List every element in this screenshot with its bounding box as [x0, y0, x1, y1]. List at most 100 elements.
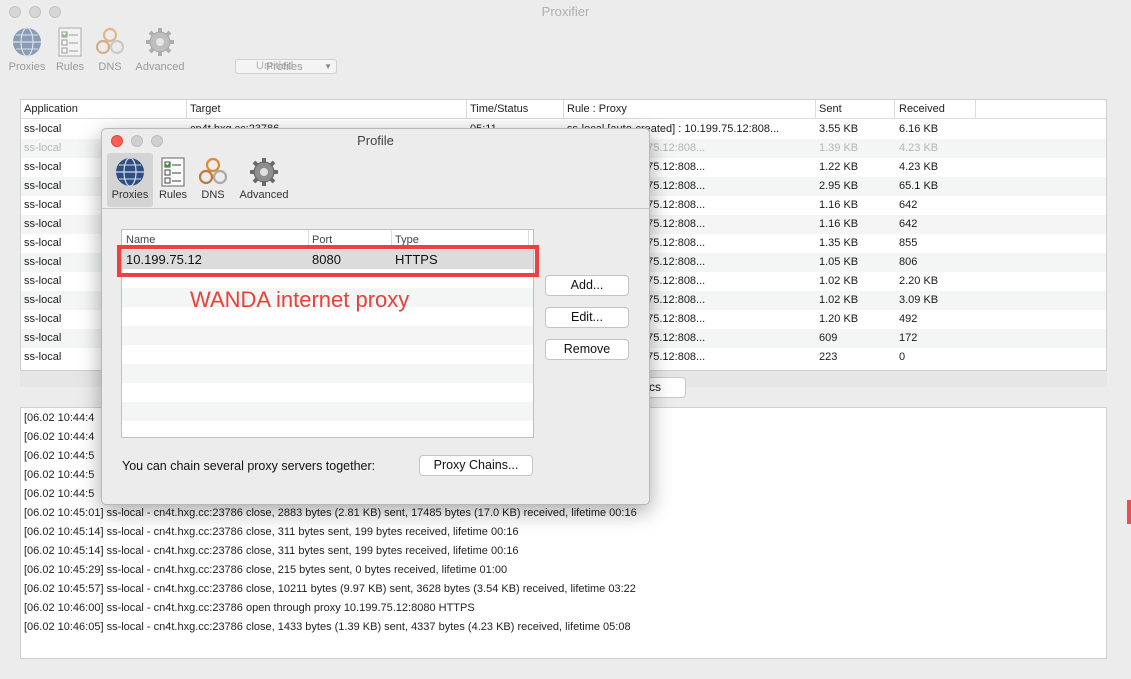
- col-target[interactable]: Target: [190, 103, 221, 115]
- dialog-minimize-button[interactable]: [131, 135, 143, 147]
- cell-application: ss-local: [24, 180, 62, 192]
- cell-sent: 1.05 KB: [819, 256, 859, 268]
- empty-row: [122, 364, 533, 383]
- main-toolbar: Proxies Rules DNS Advanced Untitled ▼: [0, 24, 1131, 80]
- cell-application: ss-local: [24, 332, 62, 344]
- empty-row: [122, 345, 533, 364]
- log-line: [06.02 10:44:4: [24, 412, 95, 424]
- col-sent[interactable]: Sent: [819, 103, 842, 115]
- cell-application: ss-local: [24, 237, 62, 249]
- toolbar-advanced-button[interactable]: Advanced: [134, 26, 186, 73]
- log-line: [06.02 10:45:29] ss-local - cn4t.hxg.cc:…: [24, 564, 508, 576]
- log-line: [06.02 10:46:05] ss-local - cn4t.hxg.cc:…: [24, 621, 631, 633]
- cell-application: ss-local: [24, 294, 62, 306]
- cell-sent: 3.55 KB: [819, 123, 859, 135]
- toolbar-dns-label: DNS: [98, 61, 122, 73]
- cell-application: ss-local: [24, 351, 62, 363]
- cell-received: 4.23 KB: [899, 161, 939, 173]
- log-line: [06.02 10:44:5: [24, 488, 95, 500]
- dns-icon: [197, 156, 229, 188]
- cell-sent: 1.35 KB: [819, 237, 859, 249]
- cell-received: 3.09 KB: [899, 294, 939, 306]
- gear-icon: [144, 26, 176, 58]
- cell-application: ss-local: [24, 123, 62, 135]
- dialog-close-button[interactable]: [111, 135, 123, 147]
- toolbar-advanced-label: Advanced: [135, 61, 185, 73]
- cell-received: 806: [899, 256, 918, 268]
- cell-application: ss-local: [24, 161, 62, 173]
- dialog-tab-proxies[interactable]: Proxies: [107, 153, 153, 207]
- cell-received: 6.16 KB: [899, 123, 939, 135]
- col-application[interactable]: Application: [24, 103, 78, 115]
- cell-sent: 1.02 KB: [819, 275, 859, 287]
- cell-received: 0: [899, 351, 906, 363]
- cell-application: ss-local: [24, 275, 62, 287]
- cell-received: 65.1 KB: [899, 180, 939, 192]
- cell-sent: 1.22 KB: [819, 161, 859, 173]
- rules-checklist-icon: [157, 156, 189, 188]
- dialog-tab-rules[interactable]: Rules: [156, 153, 190, 207]
- cell-application: ss-local: [24, 313, 62, 325]
- chevron-down-icon: ▼: [324, 62, 332, 71]
- scroll-indicator: [1127, 500, 1131, 524]
- connections-header: Application Target Time/Status Rule : Pr…: [21, 100, 1106, 119]
- annotation-text: WANDA internet proxy: [190, 287, 410, 312]
- dialog-tab-advanced-label: Advanced: [239, 189, 289, 201]
- log-line: [06.02 10:44:4: [24, 431, 95, 443]
- empty-row: [122, 402, 533, 421]
- rules-checklist-icon: [54, 26, 86, 58]
- cell-sent: 609: [819, 332, 838, 344]
- cell-application: ss-local: [24, 256, 62, 268]
- dialog-tab-rules-label: Rules: [158, 189, 188, 201]
- cell-application: ss-local: [24, 142, 62, 154]
- proxy-chains-button[interactable]: Proxy Chains...: [419, 455, 533, 476]
- log-line: [06.02 10:45:01] ss-local - cn4t.hxg.cc:…: [24, 507, 637, 519]
- log-line: [06.02 10:45:14] ss-local - cn4t.hxg.cc:…: [24, 545, 519, 557]
- col-received[interactable]: Received: [899, 103, 945, 115]
- cell-sent: 1.02 KB: [819, 294, 859, 306]
- col-rule-proxy[interactable]: Rule : Proxy: [567, 103, 627, 115]
- cell-sent: 1.16 KB: [819, 218, 859, 230]
- edit-proxy-button[interactable]: Edit...: [545, 307, 629, 328]
- cell-received: 642: [899, 218, 918, 230]
- log-line: [06.02 10:45:14] ss-local - cn4t.hxg.cc:…: [24, 526, 519, 538]
- cell-application: ss-local: [24, 218, 62, 230]
- cell-received: 642: [899, 199, 918, 211]
- profiles-label: Profiles: [266, 61, 303, 73]
- empty-row: [122, 383, 533, 402]
- cell-sent: 1.16 KB: [819, 199, 859, 211]
- chain-description: You can chain several proxy servers toge…: [122, 459, 376, 473]
- cell-sent: 1.20 KB: [819, 313, 859, 325]
- dialog-tab-dns[interactable]: DNS: [196, 153, 230, 207]
- globe-icon: [114, 156, 146, 188]
- add-proxy-button[interactable]: Add...: [545, 275, 629, 296]
- log-line: [06.02 10:44:5: [24, 450, 95, 462]
- profile-dialog: Profile Proxies Rules DNS Advanced Name …: [101, 128, 650, 505]
- toolbar-proxies-label: Proxies: [8, 61, 46, 73]
- log-line: [06.02 10:46:00] ss-local - cn4t.hxg.cc:…: [24, 602, 475, 614]
- dialog-tab-advanced[interactable]: Advanced: [236, 153, 292, 207]
- cell-sent: 2.95 KB: [819, 180, 859, 192]
- toolbar-dns-button[interactable]: DNS: [94, 26, 126, 73]
- toolbar-proxies-button[interactable]: Proxies: [6, 26, 48, 73]
- globe-icon: [11, 26, 43, 58]
- col-time-status[interactable]: Time/Status: [470, 103, 528, 115]
- log-line: [06.02 10:45:57] ss-local - cn4t.hxg.cc:…: [24, 583, 636, 595]
- close-window-button[interactable]: [9, 6, 21, 18]
- minimize-window-button[interactable]: [29, 6, 41, 18]
- highlight-box: [117, 245, 539, 277]
- dialog-tab-dns-label: DNS: [201, 189, 225, 201]
- window-title: Proxifier: [541, 4, 590, 19]
- cell-sent: 223: [819, 351, 838, 363]
- log-line: [06.02 10:44:5: [24, 469, 95, 481]
- cell-received: 172: [899, 332, 918, 344]
- remove-proxy-button[interactable]: Remove: [545, 339, 629, 360]
- toolbar-rules-button[interactable]: Rules: [54, 26, 86, 73]
- dialog-tab-proxies-label: Proxies: [111, 189, 149, 201]
- zoom-window-button[interactable]: [49, 6, 61, 18]
- cell-received: 4.23 KB: [899, 142, 939, 154]
- dialog-zoom-button[interactable]: [151, 135, 163, 147]
- dialog-title: Profile: [357, 133, 394, 148]
- dns-icon: [94, 26, 126, 58]
- cell-application: ss-local: [24, 199, 62, 211]
